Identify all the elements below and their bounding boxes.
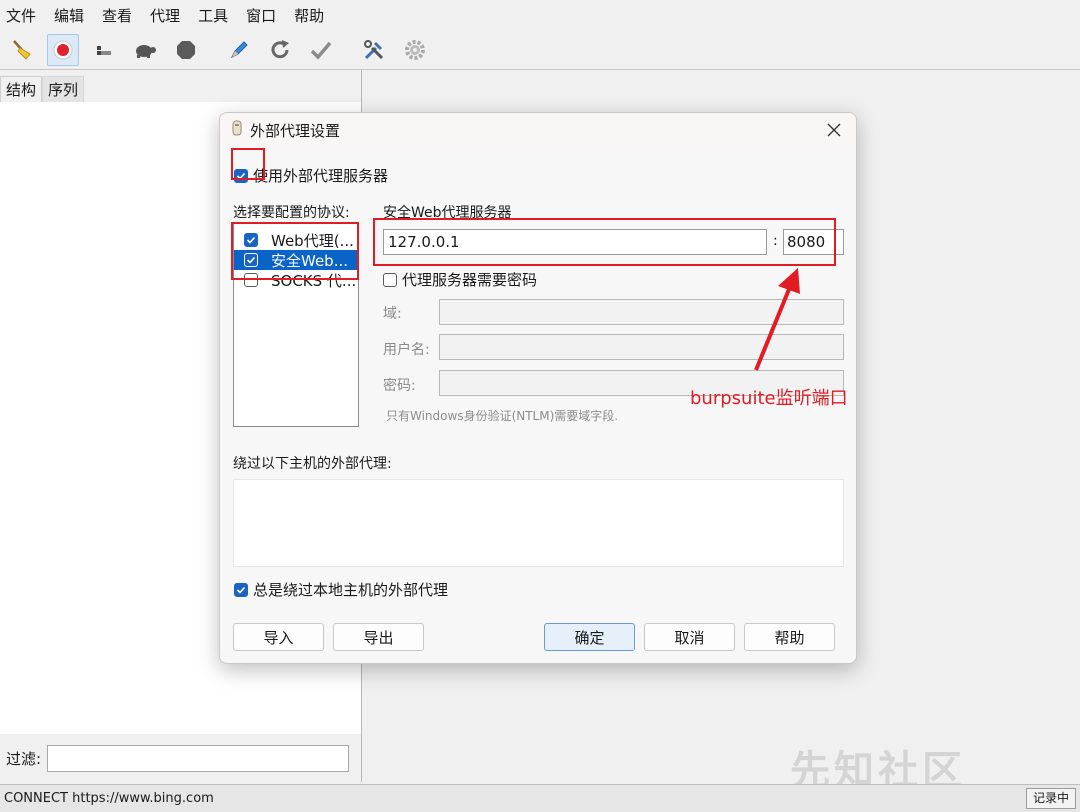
tab-structure[interactable]: 结构	[0, 76, 43, 102]
cancel-button[interactable]: 取消	[644, 623, 735, 651]
proxy-host-input[interactable]: 127.0.0.1	[383, 229, 767, 255]
status-bar: CONNECT https://www.bing.com 记录中	[0, 784, 1080, 812]
protocol-secure-web-label: 安全Web...	[271, 251, 349, 270]
throttle-icon[interactable]	[88, 34, 120, 66]
help-button[interactable]: 帮助	[744, 623, 835, 651]
gear-icon[interactable]	[399, 34, 431, 66]
tools-icon[interactable]	[358, 34, 390, 66]
protocols-label: 选择要配置的协议:	[233, 205, 350, 221]
menu-help[interactable]: 帮助	[294, 5, 324, 26]
menu-file[interactable]: 文件	[6, 5, 36, 26]
status-text: CONNECT https://www.bing.com	[4, 791, 214, 806]
menu-proxy[interactable]: 代理	[150, 5, 180, 26]
panel-tabs: 结构 序列	[0, 76, 85, 102]
auth-label: 代理服务器需要密码	[402, 271, 538, 289]
menu-bar: 文件 编辑 查看 代理 工具 窗口 帮助	[0, 0, 1080, 30]
menu-edit[interactable]: 编辑	[54, 5, 84, 26]
menu-tools[interactable]: 工具	[198, 5, 228, 26]
toolbar	[0, 30, 1080, 70]
bypass-label: 绕过以下主机的外部代理:	[233, 456, 392, 472]
use-proxy-option: 使用外部代理服务器	[234, 165, 388, 186]
filter-label: 过滤:	[6, 749, 42, 768]
annotation-arrow-icon	[754, 268, 800, 371]
menu-window[interactable]: 窗口	[246, 5, 276, 26]
pen-icon[interactable]	[223, 34, 255, 66]
dialog-titlebar: 外部代理设置	[220, 113, 856, 147]
dialog-title: 外部代理设置	[250, 121, 341, 140]
app-icon	[230, 120, 244, 140]
check-icon[interactable]	[305, 34, 337, 66]
ntlm-note: 只有Windows身份验证(NTLM)需要域字段.	[386, 409, 619, 423]
annotation-label: burpsuite监听端口	[690, 388, 848, 409]
bypass-hosts-textarea[interactable]	[233, 479, 844, 567]
export-button[interactable]: 导出	[333, 623, 424, 651]
auth-option: 代理服务器需要密码	[383, 269, 537, 290]
turtle-icon[interactable]	[129, 34, 161, 66]
broom-icon[interactable]	[6, 34, 38, 66]
filter-input[interactable]	[47, 744, 350, 772]
protocol-socks-label: SOCKS 代...	[271, 271, 357, 290]
protocol-item-secure-web[interactable]: 安全Web...	[234, 250, 358, 270]
proxy-port-input[interactable]: 8080	[783, 229, 844, 255]
filter-row: 过滤:	[0, 740, 361, 776]
use-proxy-checkbox[interactable]	[234, 168, 248, 183]
password-label: 密码:	[383, 378, 416, 394]
bypass-local-checkbox[interactable]	[234, 582, 248, 597]
import-button[interactable]: 导入	[233, 623, 324, 651]
menu-view[interactable]: 查看	[102, 5, 132, 26]
host-port-separator: :	[773, 233, 778, 249]
recording-status: 记录中	[1025, 788, 1076, 809]
protocol-secure-web-checkbox[interactable]	[244, 253, 258, 267]
protocol-item-socks[interactable]: SOCKS 代...	[234, 270, 358, 290]
stop-icon[interactable]	[170, 34, 202, 66]
use-proxy-label: 使用外部代理服务器	[253, 167, 389, 185]
refresh-icon[interactable]	[264, 34, 296, 66]
ok-button[interactable]: 确定	[544, 623, 635, 651]
bypass-local-option: 总是绕过本地主机的外部代理	[234, 579, 448, 600]
protocol-item-web[interactable]: Web代理(...	[234, 230, 358, 250]
domain-label: 域:	[383, 306, 402, 322]
close-icon[interactable]	[822, 118, 846, 142]
username-label: 用户名:	[383, 342, 430, 358]
record-icon[interactable]	[47, 33, 79, 66]
protocol-web-label: Web代理(...	[271, 231, 354, 250]
server-label: 安全Web代理服务器	[383, 205, 512, 221]
protocol-list: Web代理(... 安全Web... SOCKS 代...	[233, 223, 359, 427]
protocol-socks-checkbox[interactable]	[244, 273, 258, 287]
auth-checkbox[interactable]	[383, 272, 397, 287]
tab-sequence[interactable]: 序列	[42, 76, 85, 102]
bypass-local-label: 总是绕过本地主机的外部代理	[253, 581, 449, 599]
protocol-web-checkbox[interactable]	[244, 233, 258, 247]
